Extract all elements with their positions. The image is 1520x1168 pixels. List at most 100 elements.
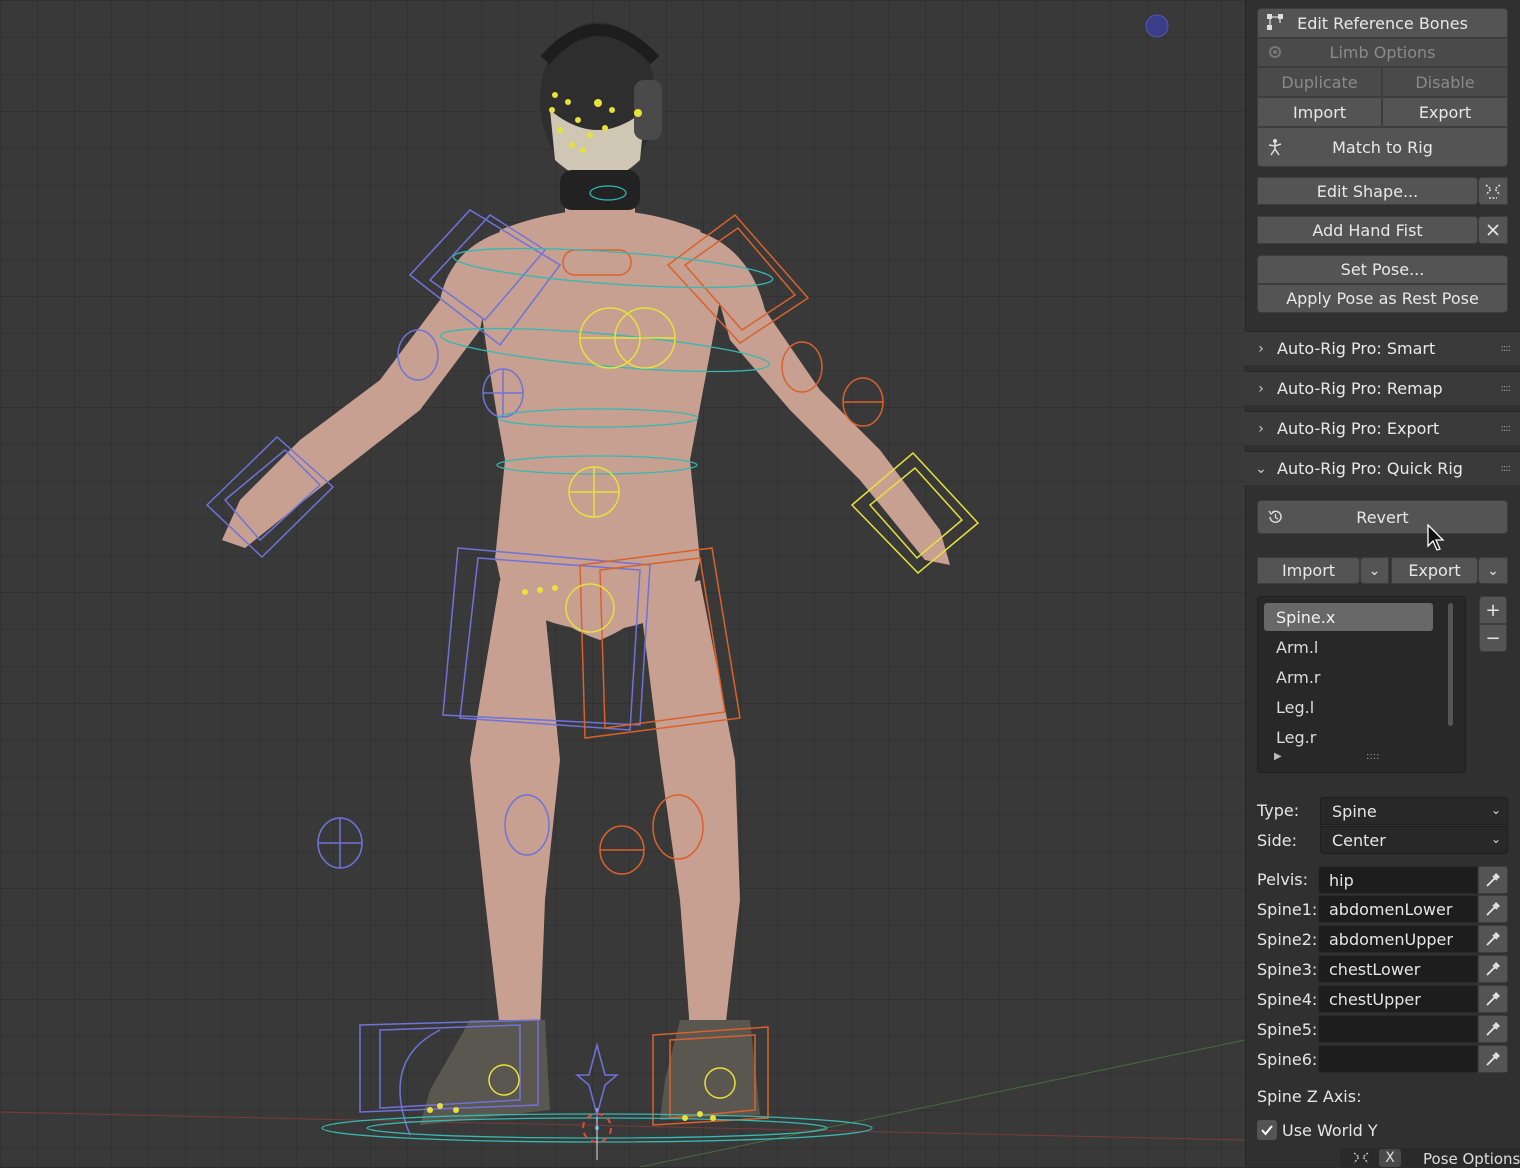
list-scrollbar[interactable] (1448, 603, 1453, 726)
panel-title-export: Auto-Rig Pro: Export (1277, 419, 1440, 438)
spine1-bone-field[interactable]: abdomenLower (1318, 895, 1478, 923)
list-item[interactable]: Arm.l (1264, 633, 1433, 661)
list-filter-toggle-icon[interactable]: ▶ (1274, 751, 1282, 762)
spine2-eyedropper-button[interactable] (1478, 925, 1508, 953)
eyedropper-icon (1486, 873, 1500, 887)
quick-rig-export-label: Export (1408, 561, 1461, 580)
spine3-bone-field[interactable]: chestLower (1318, 955, 1478, 983)
apply-pose-as-rest-label: Apply Pose as Rest Pose (1286, 289, 1479, 308)
quick-rig-export-button[interactable]: Export (1391, 557, 1478, 584)
list-item[interactable]: Spine.x (1264, 603, 1433, 631)
panel-title-remap: Auto-Rig Pro: Remap (1277, 379, 1443, 398)
eyedropper-icon (1486, 962, 1500, 976)
pelvis-label: Pelvis: (1257, 870, 1309, 889)
disable-button[interactable]: Disable (1382, 67, 1508, 97)
limb-options-label: Limb Options (1329, 43, 1436, 62)
export-options-dropdown[interactable]: ⌄ (1478, 557, 1508, 584)
edit-reference-bones-button[interactable]: Edit Reference Bones (1257, 8, 1508, 38)
edit-shape-button[interactable]: Edit Shape... (1257, 177, 1478, 205)
limb-options-button[interactable]: Limb Options (1257, 38, 1508, 67)
match-to-rig-label: Match to Rig (1332, 137, 1433, 157)
panel-header-remap[interactable]: › Auto-Rig Pro: Remap :::: (1245, 371, 1520, 405)
history-icon (1268, 510, 1282, 523)
panel-header-export[interactable]: › Auto-Rig Pro: Export :::: (1245, 411, 1520, 445)
bones-edit-icon (1267, 14, 1283, 30)
use-world-y-label: Use World Y (1282, 1121, 1378, 1140)
minus-icon: − (1485, 627, 1501, 649)
spine5-eyedropper-button[interactable] (1478, 1015, 1508, 1043)
use-world-y-checkbox[interactable] (1257, 1120, 1277, 1140)
list-item[interactable]: Leg.r (1264, 723, 1433, 751)
pelvis-bone-field[interactable]: hip (1318, 866, 1478, 894)
character-body (222, 175, 950, 1030)
root-control (574, 1042, 620, 1118)
spine1-label: Spine1: (1257, 900, 1318, 919)
limb-list[interactable]: Spine.x Arm.l Arm.r Leg.l Leg.r ▶ :::: (1257, 596, 1466, 773)
remove-limb-button[interactable]: − (1479, 624, 1507, 652)
chevron-down-icon: ⌄ (1368, 562, 1381, 579)
add-hand-fist-button[interactable]: Add Hand Fist (1257, 216, 1478, 244)
disable-label: Disable (1415, 72, 1475, 92)
key-hint-badge: X (1379, 1149, 1401, 1167)
spine1-eyedropper-button[interactable] (1478, 895, 1508, 923)
side-value: Center (1332, 830, 1386, 850)
import-limb-button[interactable]: Import (1257, 97, 1382, 127)
plus-icon: + (1485, 599, 1501, 621)
side-select[interactable]: Center ⌄ (1320, 826, 1508, 854)
add-limb-button[interactable]: + (1479, 596, 1507, 624)
type-select[interactable]: Spine ⌄ (1320, 797, 1508, 825)
eyedropper-icon (1486, 992, 1500, 1006)
chevron-right-icon: › (1258, 420, 1264, 437)
revert-button[interactable]: Revert (1257, 500, 1508, 534)
pelvis-eyedropper-button[interactable] (1478, 866, 1508, 894)
list-resize-handle-icon[interactable]: :::: (1366, 751, 1379, 762)
spine4-bone-field[interactable]: chestUpper (1318, 985, 1478, 1013)
quick-rig-import-label: Import (1281, 561, 1336, 580)
edit-reference-bones-label: Edit Reference Bones (1297, 13, 1468, 33)
drag-handle-icon[interactable]: :::: (1501, 463, 1512, 474)
armature-pose-icon (1268, 139, 1282, 156)
chevron-down-icon: ⌄ (1490, 832, 1501, 846)
list-item[interactable]: Arm.r (1264, 663, 1433, 691)
chevron-right-icon: › (1258, 340, 1264, 357)
spine3-eyedropper-button[interactable] (1478, 955, 1508, 983)
mouse-cursor-icon (1427, 524, 1445, 551)
spine5-bone-field[interactable] (1318, 1015, 1478, 1043)
duplicate-button[interactable]: Duplicate (1257, 67, 1382, 97)
eyedropper-icon (1486, 932, 1500, 946)
pose-options-label[interactable]: Pose Options (1423, 1150, 1520, 1168)
3d-viewport[interactable] (0, 0, 1245, 1167)
chevron-right-icon: › (1258, 380, 1264, 397)
character-head (540, 22, 662, 210)
revert-label: Revert (1356, 507, 1409, 527)
eyedropper-icon (1486, 1052, 1500, 1066)
drag-handle-icon[interactable]: :::: (1501, 423, 1512, 434)
character-rig-view (0, 14, 1245, 1167)
spine2-bone-field[interactable]: abdomenUpper (1318, 925, 1478, 953)
spine2-label: Spine2: (1257, 930, 1318, 949)
eyedropper-icon (1486, 1022, 1500, 1036)
remove-hand-fist-button[interactable] (1478, 216, 1508, 244)
panel-header-smart[interactable]: › Auto-Rig Pro: Smart :::: (1245, 331, 1520, 365)
import-options-dropdown[interactable]: ⌄ (1360, 557, 1389, 584)
drag-handle-icon[interactable]: :::: (1501, 383, 1512, 394)
quick-rig-import-button[interactable]: Import (1257, 557, 1360, 584)
set-pose-button[interactable]: Set Pose... (1257, 255, 1508, 284)
drag-handle-icon[interactable]: :::: (1501, 343, 1512, 354)
edit-shape-label: Edit Shape... (1316, 181, 1419, 201)
shape-library-button[interactable] (1478, 177, 1508, 205)
spine4-eyedropper-button[interactable] (1478, 985, 1508, 1013)
panel-title-smart: Auto-Rig Pro: Smart (1277, 339, 1436, 358)
list-item[interactable]: Leg.l (1264, 693, 1433, 721)
spine6-eyedropper-button[interactable] (1478, 1045, 1508, 1073)
export-limb-button[interactable]: Export (1382, 97, 1508, 127)
panel-header-quick-rig[interactable]: ⌄ Auto-Rig Pro: Quick Rig :::: (1245, 451, 1520, 485)
spine5-label: Spine5: (1257, 1020, 1318, 1039)
export-limb-label: Export (1418, 102, 1472, 122)
shape-library-icon (1485, 184, 1501, 199)
type-value: Spine (1332, 801, 1377, 821)
apply-pose-as-rest-button[interactable]: Apply Pose as Rest Pose (1257, 284, 1508, 313)
checkmark-icon (1261, 1125, 1273, 1136)
match-to-rig-button[interactable]: Match to Rig (1257, 127, 1508, 167)
spine6-bone-field[interactable] (1318, 1045, 1478, 1073)
